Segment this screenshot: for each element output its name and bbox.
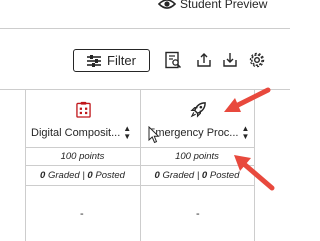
- settings-icon[interactable]: [247, 50, 267, 70]
- grade-cell[interactable]: -: [196, 208, 200, 220]
- assignment-icon: [73, 99, 93, 119]
- eye-icon: [158, 0, 176, 9]
- status-row-line: [25, 185, 254, 186]
- filter-icon: [87, 54, 102, 67]
- rocket-icon: [188, 99, 208, 119]
- mouse-cursor-icon: [148, 126, 160, 144]
- grade-cell[interactable]: -: [80, 208, 84, 220]
- report-icon[interactable]: [163, 50, 183, 70]
- header-bottom-line: [25, 147, 254, 148]
- column-title: Digital Composit...: [31, 127, 121, 139]
- filter-label: Filter: [107, 53, 136, 68]
- sort-icon[interactable]: ▲ ▼: [241, 125, 249, 141]
- points-cell: 100 points: [60, 151, 105, 162]
- annotation-arrow-icon: [224, 87, 271, 112]
- status-cell: 0 Graded | 0 Posted: [40, 170, 125, 181]
- top-divider: [0, 28, 290, 29]
- points-row-line: [25, 165, 254, 166]
- column-header-digital-composition[interactable]: Digital Composit... ▲ ▼: [31, 125, 131, 141]
- gradebook-panel: Student Preview Filter Digital Composit.…: [0, 0, 290, 241]
- download-icon[interactable]: [220, 50, 240, 70]
- sort-icon[interactable]: ▲ ▼: [123, 125, 131, 141]
- student-preview-label: Student Preview: [180, 0, 268, 11]
- filter-button[interactable]: Filter: [73, 49, 150, 72]
- column-title: Emergency Proc...: [148, 127, 239, 139]
- column-header-emergency-procedures[interactable]: Emergency Proc... ▲ ▼: [148, 125, 249, 141]
- annotation-arrow-icon: [234, 155, 275, 191]
- upload-icon[interactable]: [194, 50, 214, 70]
- student-preview-button[interactable]: Student Preview: [158, 0, 267, 13]
